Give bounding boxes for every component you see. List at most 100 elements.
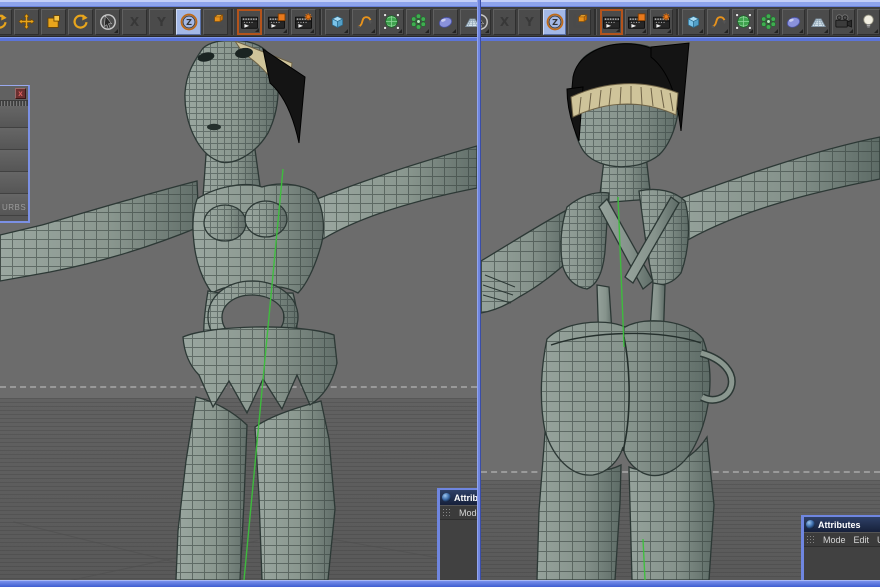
- cube-primitive-icon: [687, 16, 700, 29]
- live-selection-button[interactable]: [95, 8, 120, 35]
- hypernurbs-icon: [735, 13, 752, 30]
- attributes-icon: [806, 520, 815, 529]
- cube-primitive-button[interactable]: [682, 8, 705, 35]
- toolbar-separator: [231, 8, 234, 35]
- close-icon[interactable]: x: [15, 88, 26, 99]
- axis-x-lock-button[interactable]: X: [493, 8, 516, 35]
- hypernurbs-icon: [383, 13, 400, 30]
- rotate-tool-button[interactable]: [68, 8, 93, 35]
- light-icon: [863, 14, 874, 28]
- palette-button-1[interactable]: [0, 106, 28, 128]
- floor-button[interactable]: [807, 8, 830, 35]
- array-button[interactable]: [406, 8, 431, 35]
- clipped-tool-button[interactable]: [0, 8, 12, 35]
- window-back-view: XY Z Attributes Mode Edit: [481, 0, 880, 587]
- toolbar-separator: [319, 8, 322, 35]
- attributes-title: Attributes: [818, 519, 861, 530]
- render-picture-viewer-button[interactable]: [625, 8, 648, 35]
- palette-button-4[interactable]: [0, 172, 28, 194]
- move-tool-button[interactable]: [14, 8, 39, 35]
- palette-button-2[interactable]: [0, 128, 28, 150]
- cube-primitive-button[interactable]: [325, 8, 350, 35]
- live-selection-icon: [99, 13, 116, 30]
- axis-z-lock-button[interactable]: Z: [176, 8, 201, 35]
- array-icon: [411, 13, 426, 30]
- desktop: XYZ x URBS Attri Mod X Y Z Attributes Mo…: [0, 0, 880, 587]
- live-selection-icon: [481, 13, 488, 30]
- attributes-menu-item[interactable]: Mode: [459, 508, 477, 518]
- render-settings-button[interactable]: [650, 8, 673, 35]
- floor-icon: [810, 18, 827, 28]
- axis-x-lock-button[interactable]: X: [122, 8, 147, 35]
- palette-button-3[interactable]: [0, 150, 28, 172]
- axis-letter: X: [129, 14, 140, 29]
- array-icon: [761, 13, 776, 30]
- axis-letter: Y: [525, 14, 534, 29]
- camera-button[interactable]: [832, 8, 855, 35]
- scale-tool-button[interactable]: [41, 8, 66, 35]
- window-bottom-border: [0, 580, 880, 587]
- toolbar-separator: [594, 8, 597, 35]
- viewport-back[interactable]: Attributes ModeEditUs: [481, 41, 880, 580]
- attributes-titlebar[interactable]: Attributes: [440, 490, 477, 505]
- attributes-body: [804, 548, 880, 580]
- attributes-menubar: ModeEdit: [440, 505, 477, 520]
- model-back-wireframe: [481, 42, 880, 580]
- axis-letter: X: [499, 14, 510, 29]
- attributes-body: [440, 521, 477, 580]
- render-view-button[interactable]: [600, 8, 623, 35]
- attributes-panel: Attributes ModeEditUs: [801, 515, 880, 580]
- hypernurbs-button[interactable]: [379, 8, 404, 35]
- render-settings-button[interactable]: [291, 8, 316, 35]
- rotate-tool-icon: [0, 14, 7, 29]
- metaball-button[interactable]: [433, 8, 458, 35]
- attributes-titlebar[interactable]: Attributes: [804, 517, 880, 532]
- spline-icon: [711, 16, 727, 28]
- cube-primitive-icon: [331, 16, 344, 29]
- metaball-button[interactable]: [782, 8, 805, 35]
- hypernurbs-button[interactable]: [732, 8, 755, 35]
- attributes-menu-item[interactable]: Edit: [854, 535, 870, 545]
- svg-text:Z: Z: [186, 17, 192, 27]
- coordinate-system-button[interactable]: [203, 8, 228, 35]
- palette-button-label: URBS: [2, 203, 27, 212]
- render-settings-icon: [295, 13, 312, 29]
- render-picture-viewer-button[interactable]: [264, 8, 289, 35]
- svg-text:Z: Z: [552, 17, 558, 27]
- axis-z-lock-button[interactable]: Z: [543, 8, 566, 35]
- axis-y-lock-button[interactable]: Y: [149, 8, 174, 35]
- attributes-menu-item[interactable]: Mode: [823, 535, 846, 545]
- camera-icon: [835, 14, 852, 28]
- floor-button[interactable]: [460, 8, 477, 35]
- coordinate-system-button[interactable]: [568, 8, 591, 35]
- palette-button-5[interactable]: URBS: [0, 194, 28, 216]
- coordinate-system-icon: [208, 13, 224, 29]
- toolbar-back: XY Z: [481, 7, 880, 37]
- render-settings-icon: [653, 13, 670, 29]
- window-front-view: XY Z x URBS Attri Mod: [0, 0, 477, 587]
- viewport-front[interactable]: x URBS Attributes ModeEdit: [0, 41, 477, 580]
- render-picture-viewer-icon: [628, 13, 646, 29]
- attributes-menubar: ModeEditUs: [804, 532, 880, 547]
- axis-y-lock-button[interactable]: Y: [518, 8, 541, 35]
- clipped-live-selection-button[interactable]: [481, 8, 491, 35]
- palette-titlebar[interactable]: x: [0, 86, 28, 101]
- grip-icon[interactable]: [442, 508, 451, 517]
- metaball-icon: [438, 17, 453, 28]
- attributes-title: Attributes: [454, 492, 477, 503]
- array-button[interactable]: [757, 8, 780, 35]
- window-titlebar-fragment: [0, 0, 477, 7]
- render-view-button[interactable]: [237, 8, 262, 35]
- spline-button[interactable]: [707, 8, 730, 35]
- render-picture-viewer-icon: [268, 13, 286, 29]
- attributes-panel: Attributes ModeEdit: [437, 488, 477, 580]
- spline-button[interactable]: [352, 8, 377, 35]
- grip-icon[interactable]: [806, 535, 815, 544]
- metaball-icon: [786, 17, 801, 28]
- spline-icon: [357, 16, 373, 28]
- window-titlebar-fragment: [481, 0, 880, 7]
- model-front-wireframe: [0, 41, 477, 580]
- light-button[interactable]: [857, 8, 880, 35]
- axis-letter-circled-icon: Z: [180, 13, 197, 30]
- scale-tool-icon: [47, 15, 60, 28]
